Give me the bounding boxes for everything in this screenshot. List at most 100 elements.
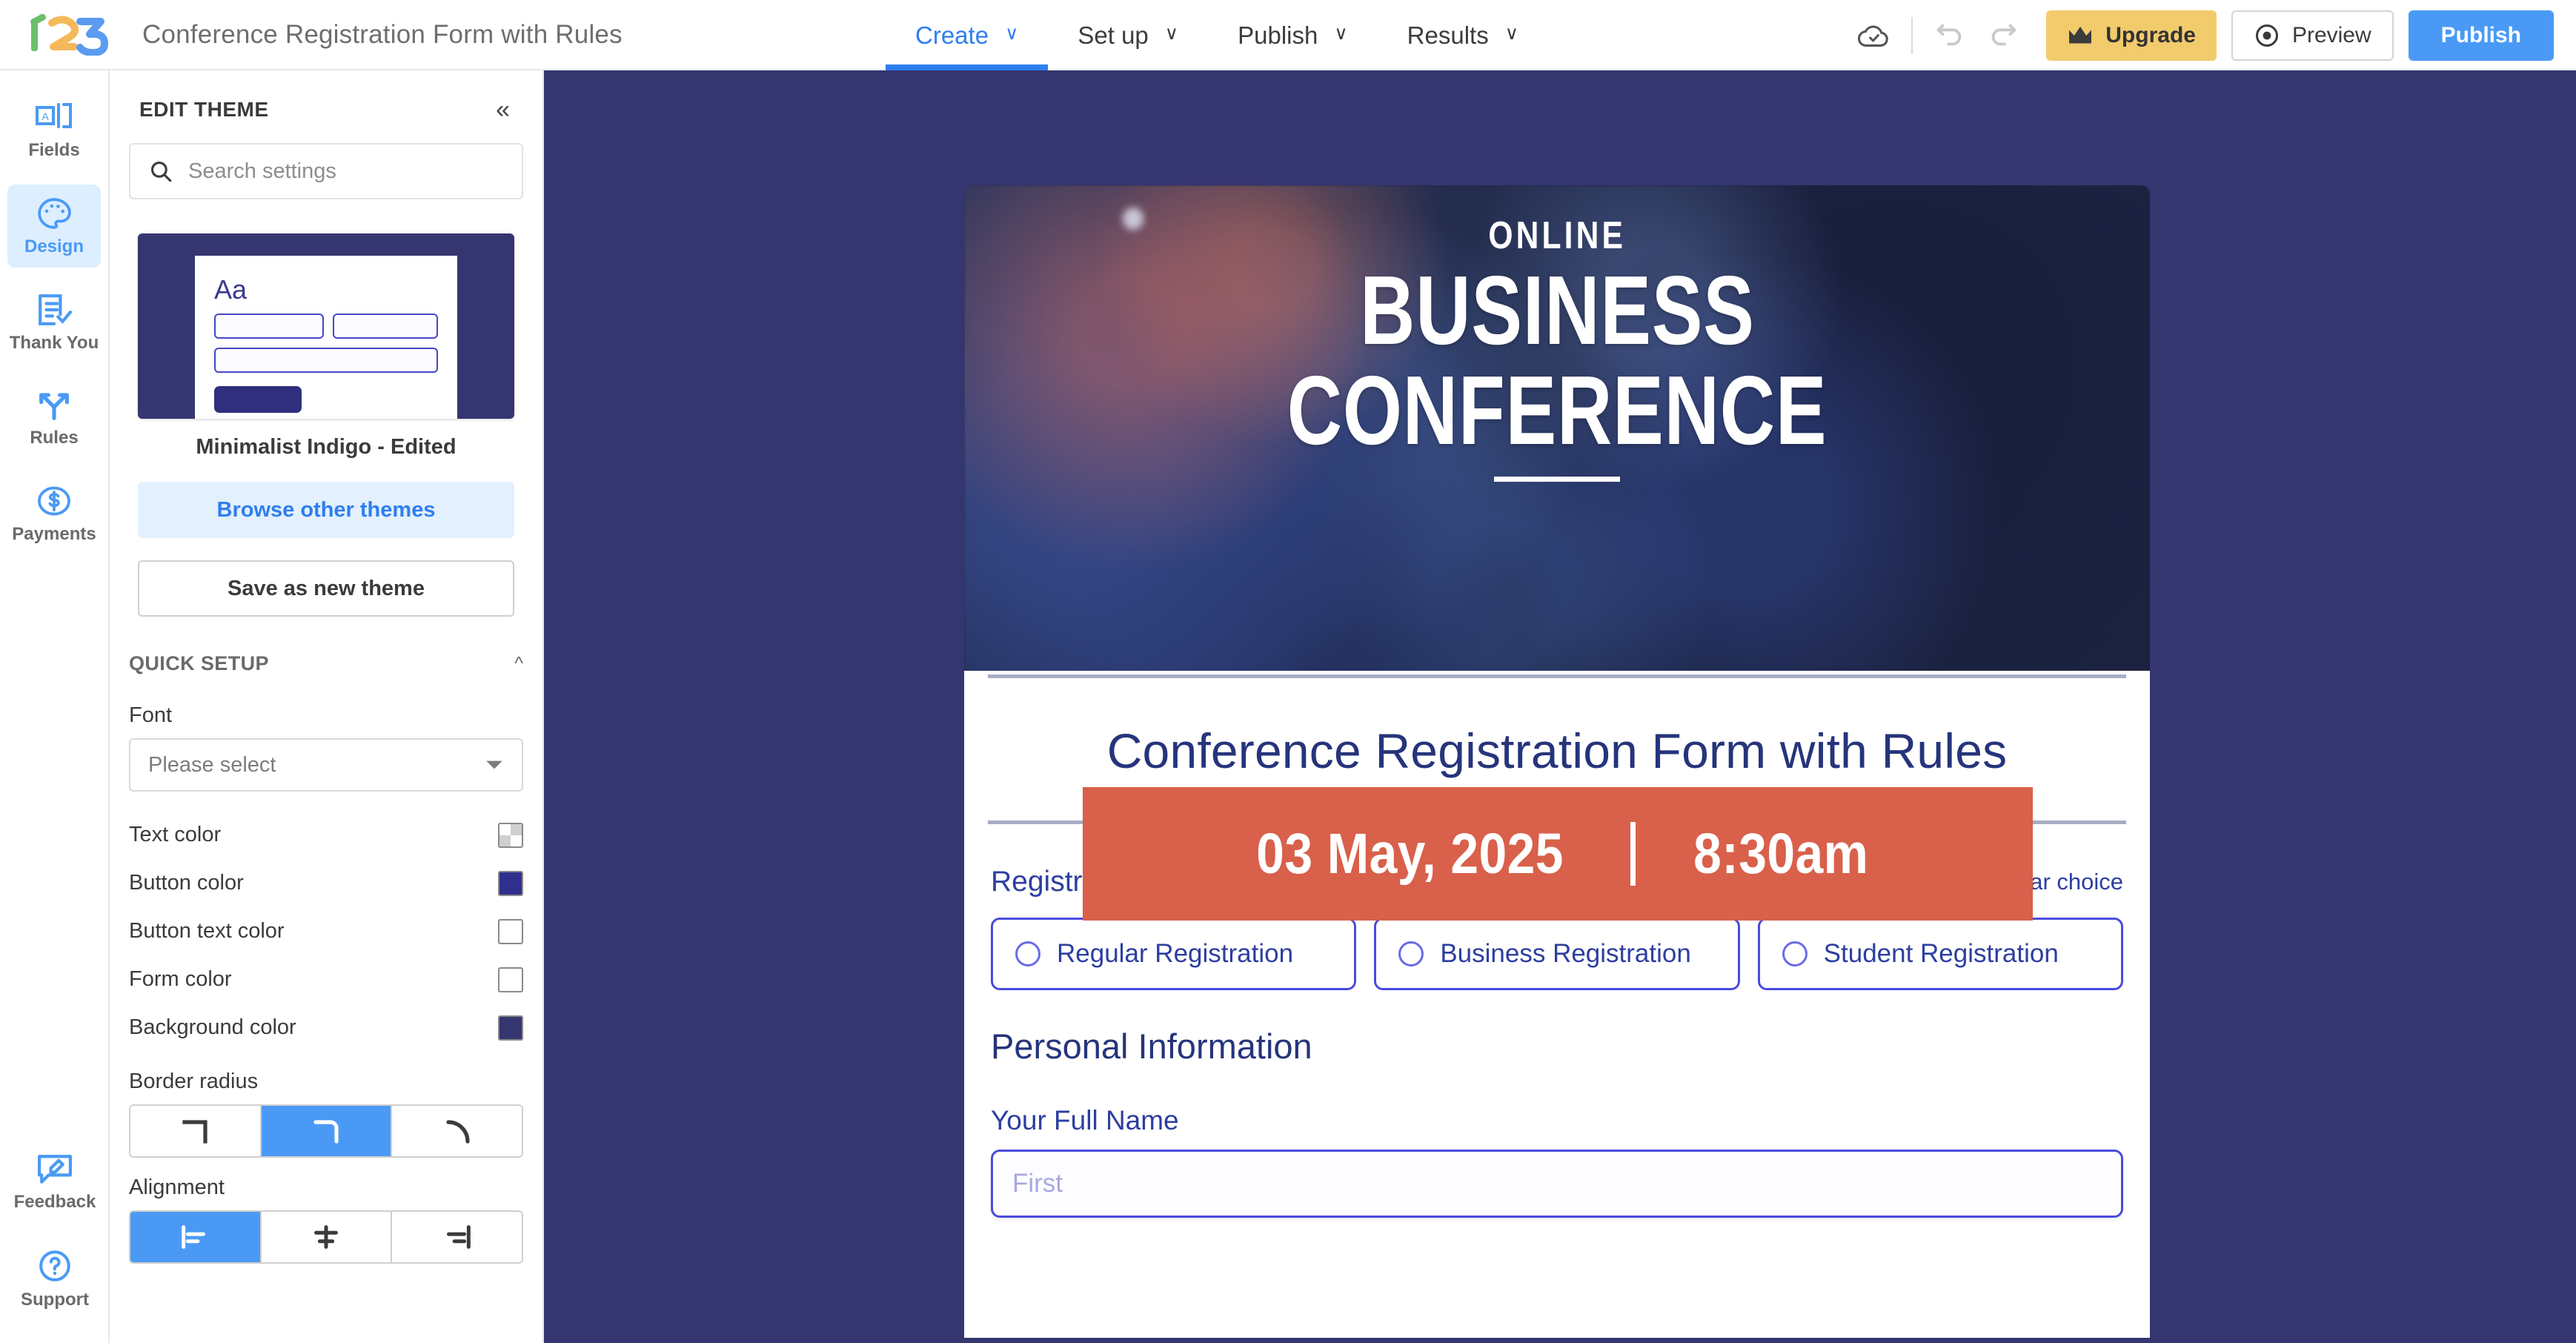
sidebar-item-feedback[interactable]: Feedback [8, 1140, 102, 1223]
color-row-text-color: Text color [129, 811, 523, 859]
alignment-option-center[interactable] [262, 1212, 393, 1262]
cloud-check-icon[interactable] [1848, 9, 1901, 62]
nav-tab-setup[interactable]: Set up ∨ [1048, 0, 1208, 70]
font-select[interactable]: Please select [129, 738, 523, 792]
theme-name-label: Minimalist Indigo - Edited [110, 435, 542, 460]
theme-preview-card[interactable]: Aa [138, 233, 514, 419]
radio-icon[interactable] [1015, 941, 1040, 966]
button-color-label: Button color [129, 871, 244, 895]
registration-option-business[interactable]: Business Registration [1374, 918, 1739, 990]
sidebar-item-feedback-label: Feedback [14, 1192, 96, 1213]
main-nav: Create ∨ Set up ∨ Publish ∨ Results ∨ [886, 0, 1548, 70]
save-as-new-theme-button[interactable]: Save as new theme [138, 560, 514, 617]
banner-line-online: ONLINE [1488, 213, 1626, 258]
publish-button[interactable]: Publish [2409, 10, 2554, 61]
text-color-label: Text color [129, 823, 221, 847]
chevron-double-left-icon[interactable]: « [496, 97, 510, 122]
search-settings-input[interactable]: Search settings [129, 143, 523, 199]
panel-header: EDIT THEME « [110, 70, 542, 122]
sidebar-item-design-label: Design [24, 236, 84, 257]
quick-setup-title: QUICK SETUP [129, 652, 269, 675]
palette-icon [35, 196, 73, 231]
header-actions: Upgrade Preview Publish [1848, 0, 2554, 70]
sidebar-item-fields-label: Fields [28, 140, 79, 161]
nav-tab-create-label: Create [915, 21, 989, 50]
browse-other-themes-button[interactable]: Browse other themes [138, 482, 514, 538]
date-time-divider [1630, 822, 1636, 886]
background-color-label: Background color [129, 1015, 296, 1040]
font-select-value: Please select [148, 753, 276, 777]
text-color-swatch[interactable] [498, 823, 523, 848]
nav-tab-results-label: Results [1407, 21, 1489, 50]
registration-option-student[interactable]: Student Registration [1758, 918, 2123, 990]
left-rail: A Fields Design Thank You [0, 70, 110, 1343]
svg-text:A: A [42, 110, 49, 122]
fields-icon: A [35, 102, 73, 134]
sidebar-item-payments-label: Payments [12, 524, 96, 545]
divider [1911, 17, 1913, 54]
publish-button-label: Publish [2441, 23, 2521, 48]
sidebar-item-payments[interactable]: Payments [7, 472, 101, 555]
preview-button[interactable]: Preview [2231, 10, 2394, 61]
alignment-option-left[interactable] [130, 1212, 262, 1262]
form-banner-image[interactable]: ONLINE BUSINESS CONFERENCE [964, 185, 2150, 704]
button-text-color-swatch[interactable] [498, 919, 523, 944]
nav-tab-setup-label: Set up [1078, 21, 1148, 50]
banner-divider [1494, 477, 1620, 482]
sidebar-item-support[interactable]: Support [8, 1236, 102, 1321]
first-name-placeholder: First [1012, 1169, 1063, 1198]
registration-option-student-label: Student Registration [1824, 939, 2059, 969]
theme-preview-field-row [214, 314, 438, 339]
theme-preview-field [214, 314, 324, 339]
payments-icon [35, 484, 73, 518]
upgrade-button[interactable]: Upgrade [2046, 10, 2217, 61]
button-color-swatch[interactable] [498, 871, 523, 896]
border-radius-option-pill[interactable] [392, 1106, 522, 1156]
page-title: Conference Registration Form with Rules [142, 20, 623, 50]
banner-line-business: BUSINESS [1360, 264, 1755, 357]
color-row-button-color: Button color [129, 859, 523, 907]
preview-button-label: Preview [2292, 23, 2371, 48]
123-logo[interactable] [28, 14, 111, 56]
nav-tab-create[interactable]: Create ∨ [886, 0, 1048, 70]
theme-preview-button [214, 386, 302, 413]
panel-title: EDIT THEME [139, 98, 269, 122]
theme-preview-field [214, 348, 438, 373]
background-color-swatch[interactable] [498, 1015, 523, 1041]
radio-icon[interactable] [1398, 941, 1424, 966]
edit-theme-panel: EDIT THEME « Search settings Aa Minimali… [110, 70, 544, 1343]
registration-type-options: Regular Registration Business Registrati… [991, 918, 2123, 990]
form-color-swatch[interactable] [498, 967, 523, 992]
border-radius-option-rounded[interactable] [262, 1106, 393, 1156]
radio-icon[interactable] [1782, 941, 1807, 966]
nav-tab-results[interactable]: Results ∨ [1378, 0, 1548, 70]
chevron-up-icon[interactable]: ^ [514, 653, 523, 674]
sidebar-item-thank-you[interactable]: Thank You [7, 281, 101, 364]
theme-preview-inner: Aa [195, 256, 457, 419]
registration-option-regular[interactable]: Regular Registration [991, 918, 1356, 990]
upgrade-button-label: Upgrade [2105, 23, 2196, 48]
sidebar-item-rules-label: Rules [30, 428, 78, 448]
nav-tab-publish-label: Publish [1238, 21, 1318, 50]
thankyou-icon [35, 293, 73, 327]
redo-icon[interactable] [1976, 9, 2030, 62]
banner-date: 03 May, 2025 [1256, 821, 1564, 887]
quick-setup-header[interactable]: QUICK SETUP ^ [129, 652, 523, 681]
border-radius-option-square[interactable] [130, 1106, 262, 1156]
undo-icon[interactable] [1923, 9, 1976, 62]
sidebar-item-fields[interactable]: A Fields [7, 90, 101, 171]
sidebar-item-design[interactable]: Design [7, 185, 101, 268]
banner-time: 8:30am [1693, 821, 1868, 887]
sidebar-item-rules[interactable]: Rules [7, 377, 101, 459]
rules-icon [35, 389, 73, 422]
caret-down-icon [485, 759, 504, 771]
first-name-input[interactable]: First [991, 1150, 2123, 1218]
sidebar-item-thank-you-label: Thank You [10, 333, 99, 354]
button-text-color-label: Button text color [129, 919, 285, 944]
question-circle-icon [36, 1248, 74, 1284]
nav-tab-publish[interactable]: Publish ∨ [1208, 0, 1378, 70]
search-icon [148, 159, 173, 184]
font-label: Font [129, 703, 523, 728]
alignment-segmented-control [129, 1210, 523, 1264]
alignment-option-right[interactable] [392, 1212, 522, 1262]
